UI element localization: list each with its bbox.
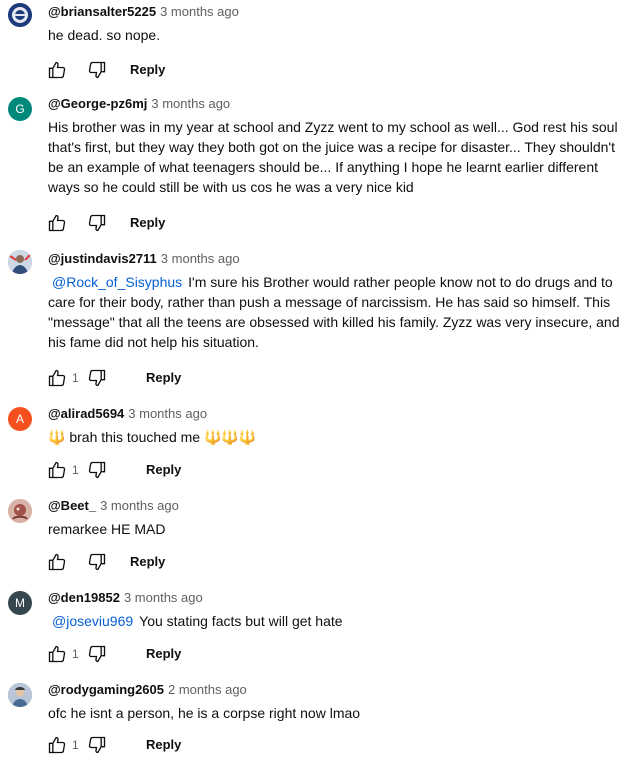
like-button[interactable] <box>46 459 68 481</box>
comment-meta: @den19852 3 months ago <box>48 589 203 607</box>
thumb-up-icon <box>48 214 66 232</box>
thumb-down-icon <box>88 553 106 571</box>
comment-author[interactable]: @den19852 <box>48 590 120 605</box>
like-button[interactable] <box>46 367 68 389</box>
comment-meta: @Beet_ 3 months ago <box>48 497 179 515</box>
avatar[interactable] <box>8 683 32 707</box>
comment-author[interactable]: @alirad5694 <box>48 406 124 421</box>
comment-meta: @alirad5694 3 months ago <box>48 405 207 423</box>
like-button[interactable] <box>46 551 68 573</box>
comment-meta: @George-pz6mj 3 months ago <box>48 95 230 113</box>
reply-button[interactable]: Reply <box>130 554 165 569</box>
dislike-button[interactable] <box>86 734 108 756</box>
dislike-button[interactable] <box>86 551 108 573</box>
comment-actions: 1 Reply <box>46 458 181 482</box>
comment-author[interactable]: @justindavis2711 <box>48 251 157 266</box>
thumb-down-icon <box>88 369 106 387</box>
avatar[interactable] <box>8 499 32 523</box>
like-button[interactable] <box>46 59 68 81</box>
comment-actions: Reply <box>46 58 165 82</box>
like-button[interactable] <box>46 734 68 756</box>
avatar-letter: G <box>15 102 25 116</box>
comment-meta: @briansalter5225 3 months ago <box>48 3 239 21</box>
dislike-button[interactable] <box>86 59 108 81</box>
avatar-letter: A <box>15 412 24 426</box>
avatar[interactable]: G <box>8 97 32 121</box>
reply-button[interactable]: Reply <box>146 737 181 752</box>
comment-actions: Reply <box>46 550 165 574</box>
comment-actions: Reply <box>46 211 165 235</box>
reply-button[interactable]: Reply <box>146 646 181 661</box>
reply-button[interactable]: Reply <box>146 370 181 385</box>
comment-body: brah this touched me <box>69 429 201 445</box>
reply-button[interactable]: Reply <box>146 462 181 477</box>
comment-text: remarkee HE MAD <box>48 521 166 537</box>
avatar[interactable]: M <box>8 591 32 615</box>
mention-link[interactable]: @Rock_of_Sisyphus <box>52 274 182 290</box>
thumb-down-icon <box>88 61 106 79</box>
thumb-down-icon <box>88 461 106 479</box>
dislike-button[interactable] <box>86 212 108 234</box>
comment-meta: @justindavis2711 3 months ago <box>48 250 240 268</box>
comment-timestamp[interactable]: 3 months ago <box>161 251 240 266</box>
like-count: 1 <box>72 463 79 477</box>
dislike-button[interactable] <box>86 643 108 665</box>
like-button[interactable] <box>46 212 68 234</box>
comment-body: You stating facts but will get hate <box>139 613 343 629</box>
comment-timestamp[interactable]: 2 months ago <box>168 682 247 697</box>
thumb-up-icon <box>48 645 66 663</box>
trident-emoji: 🔱 <box>48 429 66 445</box>
reply-button[interactable]: Reply <box>130 62 165 77</box>
comment-timestamp[interactable]: 3 months ago <box>124 590 203 605</box>
comment-actions: 1 Reply <box>46 366 181 390</box>
comment-text: @Rock_of_Sisyphus I'm sure his Brother wo… <box>48 272 626 352</box>
thumb-up-icon <box>48 461 66 479</box>
comment-author[interactable]: @briansalter5225 <box>48 4 156 19</box>
comment-text: @joseviu969 You stating facts but will ge… <box>48 611 626 631</box>
like-count: 1 <box>72 647 79 661</box>
comment-text: ofc he isnt a person, he is a corpse rig… <box>48 705 361 721</box>
comment-actions: 1 Reply <box>46 642 181 666</box>
thumb-down-icon <box>88 214 106 232</box>
trident-emoji: 🔱🔱🔱 <box>203 429 257 445</box>
comment-text: His brother was in my year at school and… <box>48 119 618 195</box>
avatar[interactable]: A <box>8 407 32 431</box>
dislike-button[interactable] <box>86 367 108 389</box>
dislike-button[interactable] <box>86 459 108 481</box>
thumb-down-icon <box>88 645 106 663</box>
comment-author[interactable]: @George-pz6mj <box>48 96 147 111</box>
comment-meta: @rodygaming2605 2 months ago <box>48 681 247 699</box>
comment-actions: 1 Reply <box>46 733 181 757</box>
comment-timestamp[interactable]: 3 months ago <box>160 4 239 19</box>
comment-text: 🔱 brah this touched me 🔱🔱🔱 <box>48 427 626 447</box>
comment-author[interactable]: @Beet_ <box>48 498 96 513</box>
avatar[interactable] <box>8 250 32 274</box>
comment-author[interactable]: @rodygaming2605 <box>48 682 164 697</box>
thumb-up-icon <box>48 736 66 754</box>
comment-timestamp[interactable]: 3 months ago <box>128 406 207 421</box>
like-count: 1 <box>72 371 79 385</box>
comment-timestamp[interactable]: 3 months ago <box>151 96 230 111</box>
comment-text: he dead. so nope. <box>48 27 161 43</box>
like-button[interactable] <box>46 643 68 665</box>
thumb-up-icon <box>48 369 66 387</box>
thumb-up-icon <box>48 61 66 79</box>
comment-timestamp[interactable]: 3 months ago <box>100 498 179 513</box>
thumb-up-icon <box>48 553 66 571</box>
avatar-letter: M <box>15 596 25 610</box>
reply-button[interactable]: Reply <box>130 215 165 230</box>
thumb-down-icon <box>88 736 106 754</box>
like-count: 1 <box>72 738 79 752</box>
avatar[interactable] <box>8 3 32 27</box>
mention-link[interactable]: @joseviu969 <box>52 613 133 629</box>
